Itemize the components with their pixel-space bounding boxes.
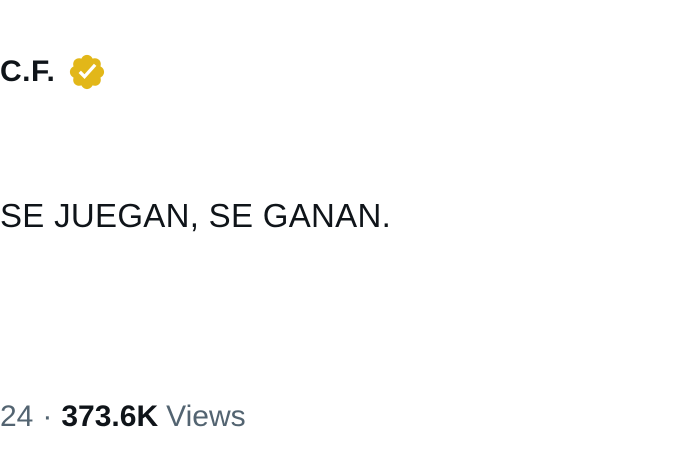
views-count[interactable]: 373.6K: [61, 399, 158, 435]
tweet-text: SE JUEGAN, SE GANAN.: [0, 197, 392, 234]
tweet-detail: C.F. SE JUEGAN, SE GANAN. 24 · 373.6K Vi…: [0, 0, 700, 450]
account-name[interactable]: C.F.: [0, 57, 55, 87]
meta-separator: ·: [42, 400, 53, 433]
tweet-date[interactable]: 24: [0, 399, 33, 435]
verified-badge-icon[interactable]: [65, 50, 109, 94]
tweet-meta: 24 · 373.6K Views: [0, 399, 246, 435]
views-label[interactable]: Views: [166, 399, 245, 435]
account-header: C.F.: [0, 50, 109, 94]
